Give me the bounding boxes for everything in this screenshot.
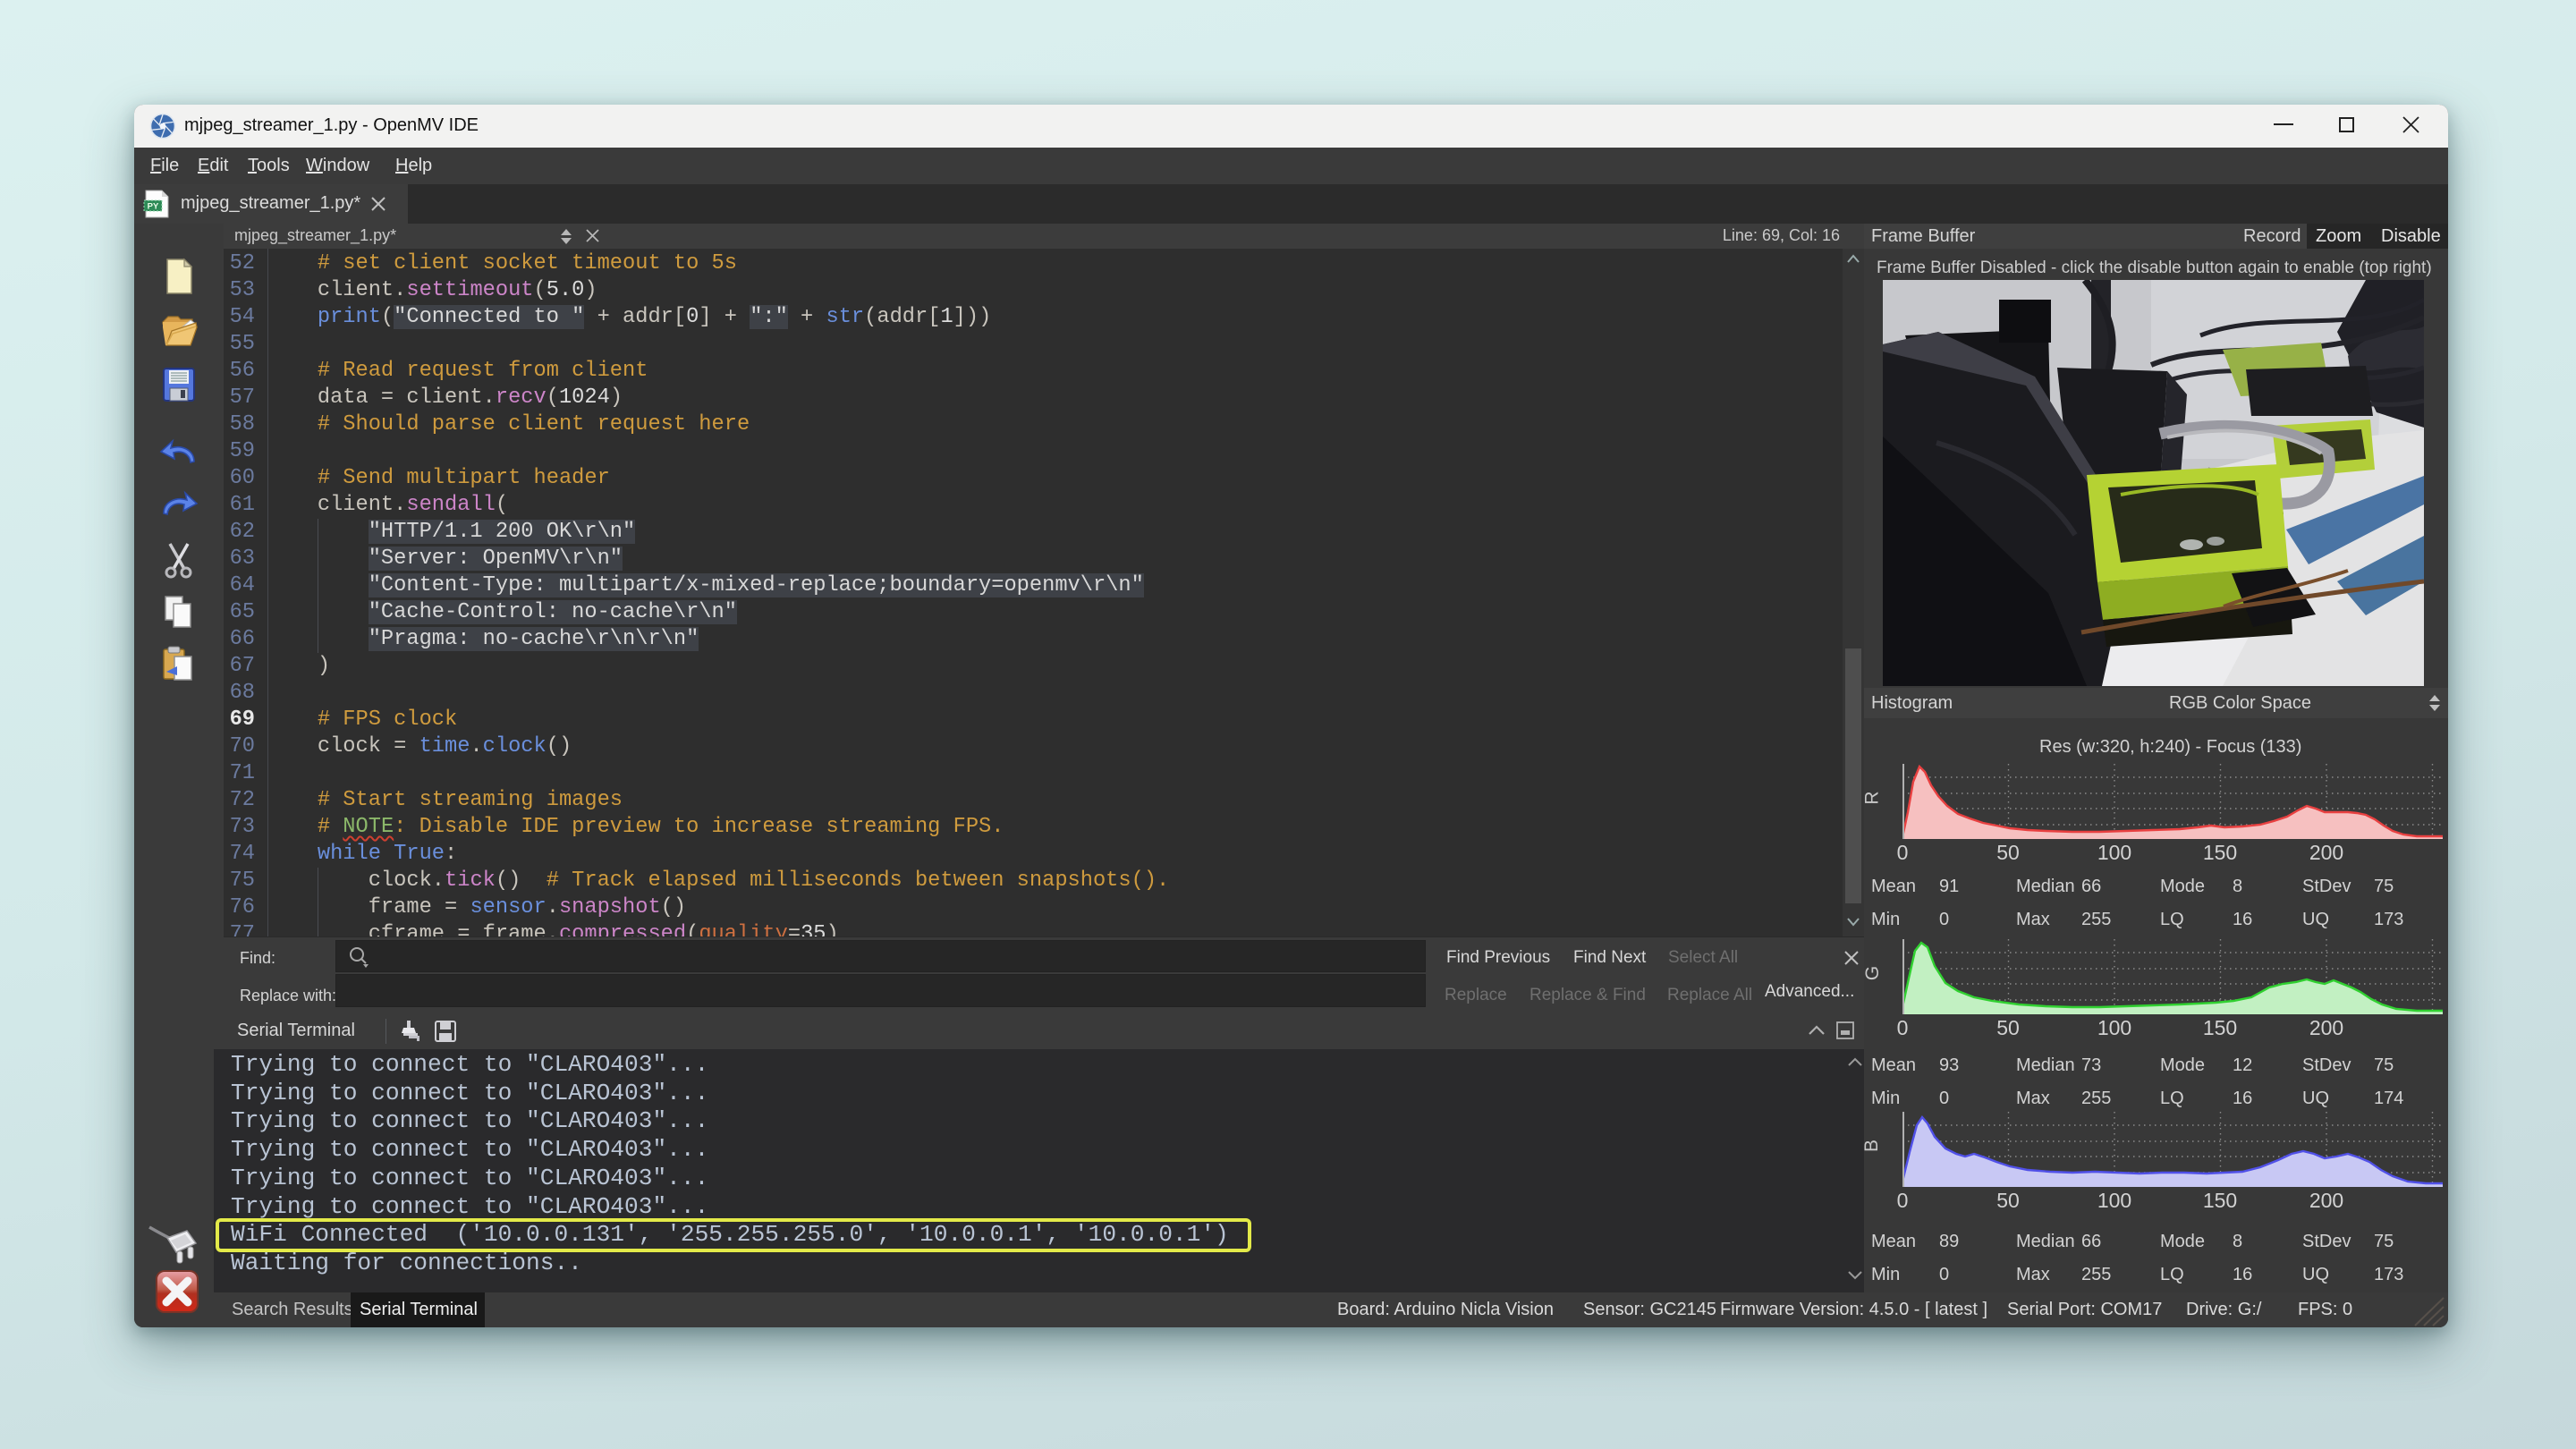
svg-text:PY: PY bbox=[148, 202, 159, 212]
